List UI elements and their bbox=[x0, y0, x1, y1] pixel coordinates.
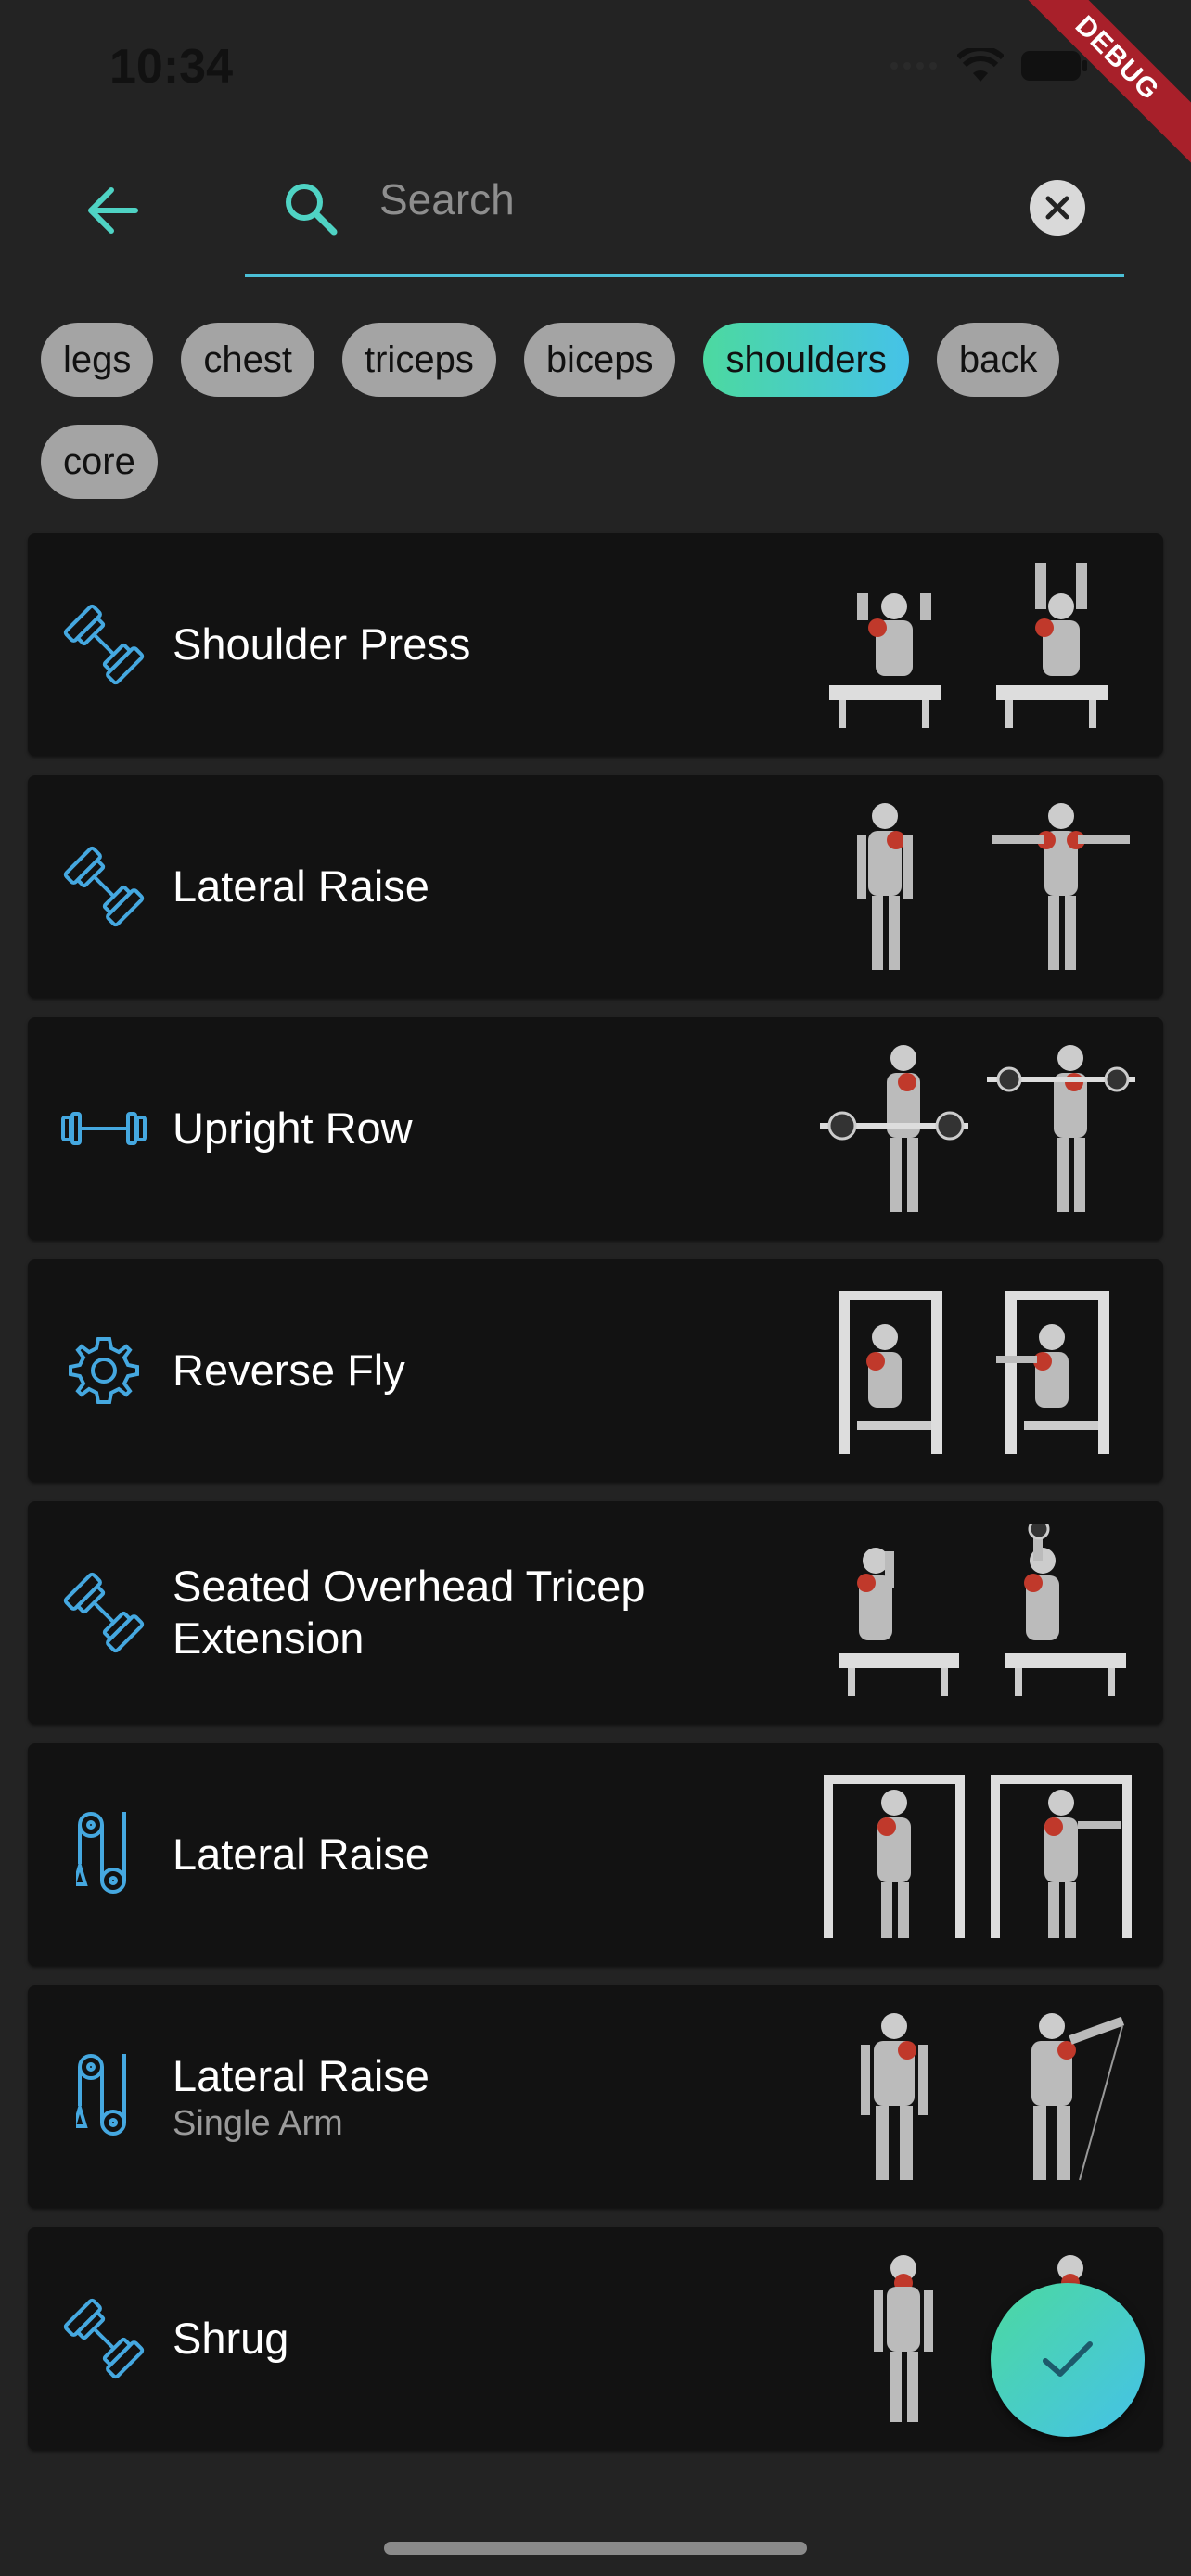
filter-chip-legs[interactable]: legs bbox=[41, 323, 154, 397]
exercise-illustration bbox=[820, 555, 1135, 733]
dumbbell-icon bbox=[58, 1566, 150, 1659]
debug-banner: DEBUG bbox=[1003, 0, 1191, 172]
close-icon bbox=[1045, 196, 1069, 220]
exercise-card[interactable]: Upright Row bbox=[28, 1017, 1163, 1240]
exercise-illustration bbox=[820, 1766, 1135, 1944]
exercise-illustration bbox=[820, 797, 1135, 976]
machine-gear-icon bbox=[58, 1324, 150, 1417]
exercise-card[interactable]: Reverse Fly bbox=[28, 1259, 1163, 1482]
dumbbell-icon bbox=[58, 598, 150, 691]
search-input[interactable]: Search bbox=[379, 174, 515, 224]
exercise-title: Lateral Raise bbox=[173, 2050, 429, 2100]
exercise-card[interactable]: Lateral Raise bbox=[28, 1743, 1163, 1966]
cable-icon bbox=[58, 2050, 150, 2143]
muscle-filter-chips: legs chest triceps biceps shoulders back… bbox=[41, 323, 1154, 499]
exercise-title: Lateral Raise bbox=[173, 861, 429, 911]
filter-chip-chest[interactable]: chest bbox=[181, 323, 314, 397]
back-button[interactable] bbox=[80, 178, 145, 243]
cellular-signal-icon bbox=[890, 62, 937, 70]
filter-chip-core[interactable]: core bbox=[41, 425, 158, 499]
exercise-illustration bbox=[820, 1039, 1135, 1218]
filter-chip-back[interactable]: back bbox=[936, 323, 1060, 397]
header: Search bbox=[0, 158, 1191, 278]
checkmark-icon bbox=[1043, 2341, 1093, 2377]
battery-icon bbox=[1021, 51, 1087, 81]
exercise-title: Upright Row bbox=[173, 1103, 413, 1153]
home-indicator bbox=[384, 2542, 807, 2555]
dumbbell-icon bbox=[58, 2292, 150, 2385]
status-icons bbox=[889, 48, 1089, 83]
exercise-card[interactable]: Shoulder Press bbox=[28, 533, 1163, 756]
exercise-title: Reverse Fly bbox=[173, 1345, 405, 1395]
exercise-title: Shrug bbox=[173, 2314, 289, 2363]
exercise-title: Shoulder Press bbox=[173, 619, 471, 669]
wifi-icon bbox=[957, 48, 1004, 82]
search-icon bbox=[286, 184, 338, 236]
exercise-subtitle: Single Arm bbox=[173, 2103, 343, 2143]
arrow-left-icon bbox=[88, 187, 138, 234]
filter-chip-shoulders[interactable]: shoulders bbox=[703, 323, 909, 397]
exercise-list: Shoulder Press Lateral Raise Upright Row… bbox=[28, 533, 1163, 2469]
barbell-icon bbox=[58, 1082, 150, 1175]
filter-chip-biceps[interactable]: biceps bbox=[523, 323, 676, 397]
exercise-title: Seated Overhead Tricep Extension bbox=[173, 1562, 646, 1663]
status-bar: 10:34 DEBUG bbox=[0, 0, 1191, 172]
exercise-title: Lateral Raise bbox=[173, 1830, 429, 1879]
exercise-card[interactable]: Seated Overhead Tricep Extension bbox=[28, 1501, 1163, 1724]
cable-icon bbox=[58, 1808, 150, 1901]
exercise-illustration bbox=[820, 2008, 1135, 2186]
confirm-selection-button[interactable] bbox=[991, 2283, 1145, 2437]
clear-search-button[interactable] bbox=[1030, 180, 1085, 236]
exercise-illustration bbox=[820, 1524, 1135, 1702]
filter-chip-triceps[interactable]: triceps bbox=[342, 323, 496, 397]
search-field[interactable]: Search bbox=[245, 158, 1124, 277]
dumbbell-icon bbox=[58, 840, 150, 933]
exercise-card[interactable]: Lateral Raise bbox=[28, 775, 1163, 998]
exercise-illustration bbox=[820, 1282, 1135, 1460]
status-time: 10:34 bbox=[109, 40, 233, 94]
exercise-card[interactable]: Lateral Raise Single Arm bbox=[28, 1985, 1163, 2208]
